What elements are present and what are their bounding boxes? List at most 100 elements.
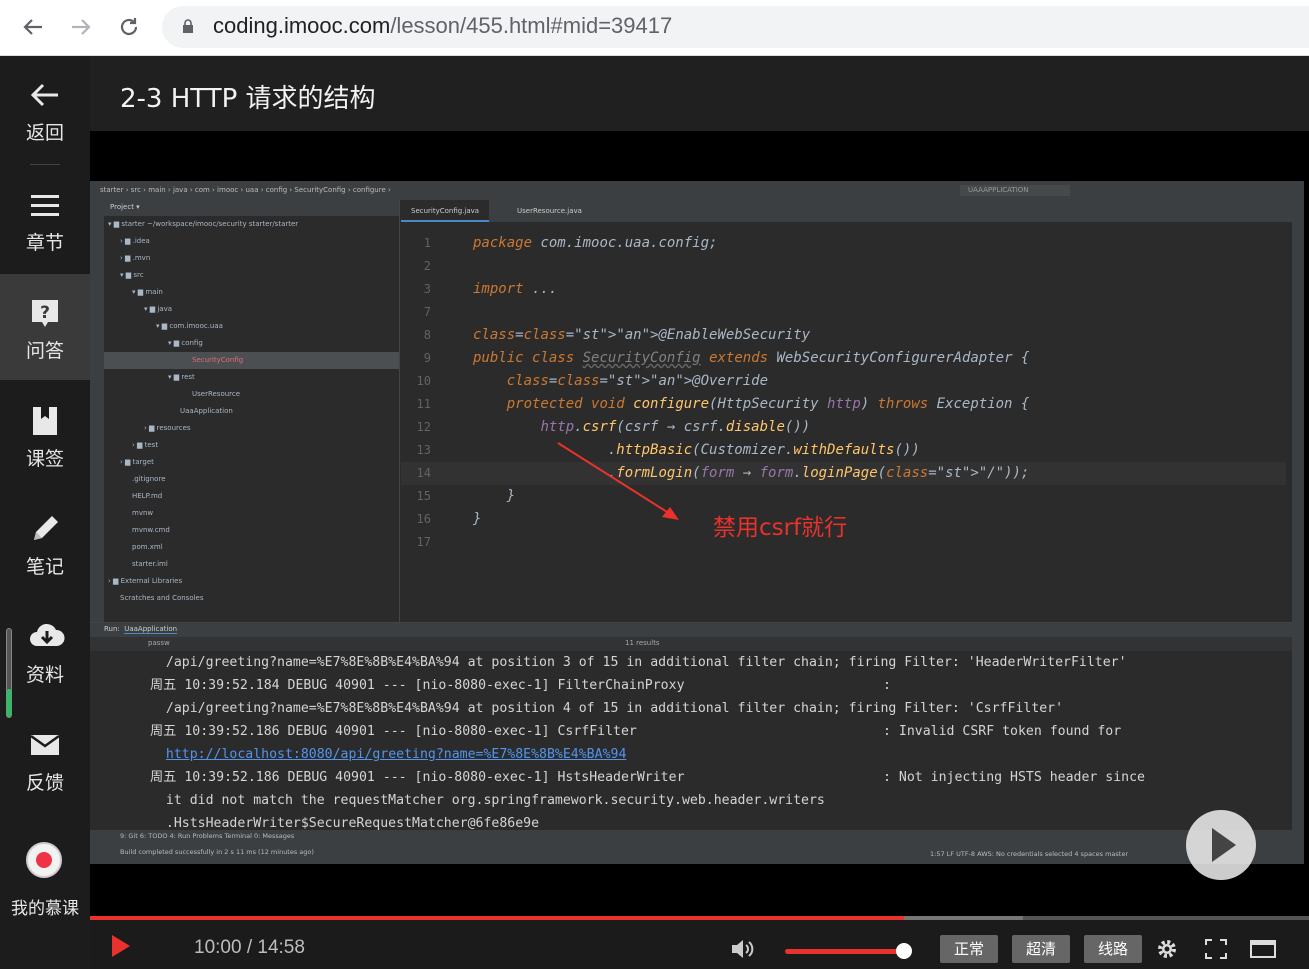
- reload-icon[interactable]: [112, 10, 146, 44]
- log-line: 周五 10:39:52.186 DEBUG 40901 --- [nio-808…: [150, 724, 1122, 739]
- code-line: 12 http.csrf(csrf → csrf.disable()): [401, 416, 1286, 439]
- tree-item[interactable]: › ▆ .mvn: [104, 250, 399, 267]
- volume-knob[interactable]: [896, 943, 912, 959]
- line-number: 10: [416, 374, 431, 388]
- tree-item[interactable]: ▾ ▆ src: [104, 267, 399, 284]
- sidebar-item-label: 笔记: [25, 556, 64, 578]
- back-arrow-icon[interactable]: [16, 10, 50, 44]
- project-tree: ▾ ▆ starter ~/workspace/imooc/security s…: [104, 216, 399, 607]
- tree-item[interactable]: › ▆ target: [104, 454, 399, 471]
- player-controls: 10:00 / 14:58 正常 超清 线路: [90, 916, 1309, 969]
- log-line: http://localhost:8080/api/greeting?name=…: [150, 743, 1290, 766]
- address-bar[interactable]: coding.imooc.com/lesson/455.html#mid=394…: [162, 6, 1309, 48]
- tree-item[interactable]: ▾ ▆ main: [104, 284, 399, 301]
- line-number: 2: [423, 259, 431, 273]
- tree-item[interactable]: ▾ ▆ java: [104, 301, 399, 318]
- tree-item[interactable]: .gitignore: [104, 471, 399, 488]
- volume-slider[interactable]: [785, 949, 905, 954]
- tree-item[interactable]: › ▆ resources: [104, 420, 399, 437]
- tree-item-label: mvnw: [132, 509, 154, 517]
- code-text: }: [473, 488, 516, 504]
- line-number: 15: [416, 489, 431, 503]
- project-header[interactable]: Project ▾: [104, 200, 399, 216]
- status-right: 1:57 LF UTF-8 AWS: No credentials select…: [930, 850, 1128, 858]
- code-text: .httpBasic(Customizer.withDefaults()): [473, 442, 920, 458]
- code-editor[interactable]: 1 package com.imooc.uaa.config; 2 3 import .…: [401, 222, 1304, 621]
- quality-hd-button[interactable]: 超清: [1012, 935, 1070, 963]
- code-text: public class SecurityConfig extends WebS…: [473, 350, 1030, 366]
- run-config-select[interactable]: UAAAPPLICATION: [960, 185, 1070, 196]
- sidebar-item-notes[interactable]: 笔记: [0, 490, 90, 596]
- tree-item[interactable]: ▾ ▆ config: [104, 335, 399, 352]
- line-number: 9: [423, 351, 431, 365]
- question-icon: ?: [32, 300, 58, 327]
- filter-input[interactable]: passw: [148, 639, 170, 647]
- code-line: 10 class=class="st">"an">@Override: [401, 370, 1286, 393]
- line-select-button[interactable]: 线路: [1084, 935, 1142, 963]
- tree-item[interactable]: Scratches and Consoles: [104, 590, 399, 607]
- tree-item[interactable]: ▾ ▆ rest: [104, 369, 399, 386]
- volume-icon[interactable]: [730, 938, 754, 960]
- sidebar-item-back[interactable]: 返回: [0, 56, 90, 162]
- line-number: 17: [416, 535, 431, 549]
- avatar[interactable]: [26, 842, 62, 878]
- tree-item[interactable]: ▾ ▆ starter ~/workspace/imooc/security s…: [104, 216, 399, 233]
- tab-userresource[interactable]: UserResource.java: [507, 200, 592, 222]
- fullscreen-icon[interactable]: [1205, 939, 1227, 959]
- tree-item-label: mvnw.cmd: [132, 526, 170, 534]
- code-text: http.csrf(csrf → csrf.disable()): [540, 419, 811, 435]
- sidebar-item-feedback[interactable]: 反馈: [0, 706, 90, 812]
- svg-text:?: ?: [40, 303, 50, 323]
- tree-item[interactable]: mvnw: [104, 505, 399, 522]
- tree-item[interactable]: ▾ ▆ com.imooc.uaa: [104, 318, 399, 335]
- tree-item-label: HELP.md: [132, 492, 163, 500]
- tree-item[interactable]: › ▆ External Libraries: [104, 573, 399, 590]
- quality-normal-button[interactable]: 正常: [940, 935, 998, 963]
- tree-item[interactable]: pom.xml: [104, 539, 399, 556]
- mail-icon: [30, 734, 60, 755]
- ide-breadcrumb: starter › src › main › java › com › imoo…: [90, 181, 1304, 200]
- sidebar-item-label: 问答: [25, 340, 64, 362]
- ide-status-bar: 9: Git 6: TODO 4: Run Problems Terminal …: [90, 830, 1304, 864]
- tree-item[interactable]: UserResource: [104, 386, 399, 403]
- tree-item[interactable]: starter.iml: [104, 556, 399, 573]
- tree-item[interactable]: › ▆ .idea: [104, 233, 399, 250]
- time-display: 10:00 / 14:58: [194, 937, 305, 958]
- big-play-button[interactable]: [1186, 810, 1256, 880]
- forward-arrow-icon[interactable]: [64, 10, 98, 44]
- tree-item-label: ▾ ▆ config: [168, 339, 203, 347]
- editor-tabs: SecurityConfig.java UserResource.java: [401, 200, 1304, 222]
- tree-item[interactable]: › ▆ test: [104, 437, 399, 454]
- console-filter: passw 11 results: [90, 637, 1292, 651]
- line-number: 16: [416, 512, 431, 526]
- tree-item[interactable]: UaaApplication: [104, 403, 399, 420]
- tree-item-label: ▾ ▆ java: [144, 305, 173, 313]
- divider: [30, 164, 60, 165]
- code-line: 15 }: [401, 485, 1286, 508]
- sidebar-item-bookmarks[interactable]: 课签: [0, 382, 90, 488]
- my-mooc-link[interactable]: 我的慕课: [0, 894, 90, 919]
- sidebar-item-label: 反馈: [25, 772, 64, 794]
- sidebar-item-qa[interactable]: ? 问答: [0, 274, 90, 380]
- tab-securityconfig[interactable]: SecurityConfig.java: [401, 200, 490, 222]
- tab-run-uaaapplication[interactable]: UaaApplication: [124, 625, 178, 634]
- log-line: 周五 10:39:52.186 DEBUG 40901 --- [nio-808…: [150, 770, 1145, 785]
- sidebar-item-resources[interactable]: 资料: [0, 598, 90, 704]
- line-number: 13: [416, 443, 431, 457]
- tree-item-label: › ▆ target: [120, 458, 154, 466]
- log-line: 周五 10:39:52.184 DEBUG 40901 --- [nio-808…: [150, 678, 891, 693]
- tree-item[interactable]: SecurityConfig: [104, 352, 399, 369]
- tree-item[interactable]: mvnw.cmd: [104, 522, 399, 539]
- sidebar-item-label: 章节: [25, 232, 64, 254]
- sidebar-item-label: 资料: [25, 664, 64, 686]
- widescreen-icon[interactable]: [1250, 940, 1276, 958]
- tree-item[interactable]: HELP.md: [104, 488, 399, 505]
- url-text: coding.imooc.com/lesson/455.html#mid=394…: [213, 13, 673, 38]
- run-header: Run: UaaApplication: [90, 623, 1292, 637]
- code-text: }: [473, 511, 482, 527]
- log-link[interactable]: http://localhost:8080/api/greeting?name=…: [166, 747, 627, 762]
- sidebar-item-chapters[interactable]: 章节: [0, 166, 90, 272]
- gear-icon[interactable]: [1156, 938, 1178, 960]
- code-line: 13 .httpBasic(Customizer.withDefaults()): [401, 439, 1286, 462]
- play-icon[interactable]: [112, 935, 130, 957]
